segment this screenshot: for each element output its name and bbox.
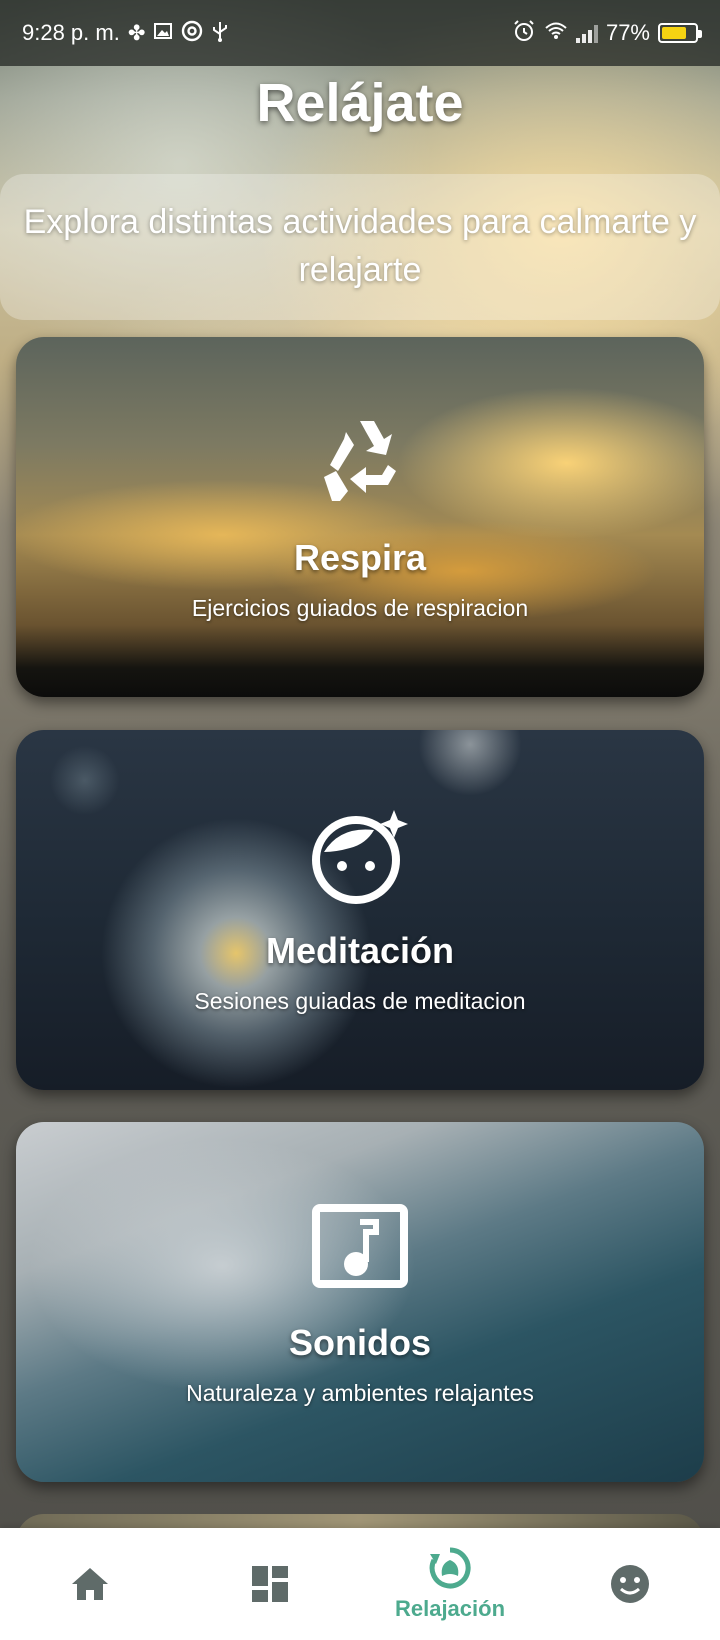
card-content: Sonidos Naturaleza y ambientes relajante… (186, 1198, 534, 1407)
alarm-icon (512, 19, 536, 47)
home-icon (72, 1568, 108, 1600)
spa-refresh-icon (429, 1547, 471, 1589)
music-note-icon (312, 1203, 408, 1288)
status-right: 77% (512, 19, 702, 47)
card-title: Sonidos (289, 1321, 431, 1363)
card-subtitle: Naturaleza y ambientes relajantes (186, 1379, 534, 1406)
card-sonidos[interactable]: Sonidos Naturaleza y ambientes relajante… (16, 1122, 704, 1482)
card-respira[interactable]: Respira Ejercicios guiados de respiracio… (16, 337, 704, 697)
nav-item-dashboard[interactable] (190, 1528, 350, 1640)
status-time: 9:28 p. m. (22, 20, 120, 45)
fan-icon: ✤ (127, 21, 146, 45)
card-title: Meditación (265, 929, 454, 971)
card-content: Meditación Sesiones guiadas de meditacio… (194, 806, 526, 1015)
card-subtitle: Sesiones guiadas de meditacion (194, 987, 526, 1014)
nav-item-relajacion[interactable]: Relajación (370, 1528, 530, 1640)
card-title: Respira (293, 536, 427, 578)
battery-level-fill (662, 27, 686, 39)
intro-text: Explora distintas actividades para calma… (23, 203, 697, 289)
nav-label-relajacion: Relajación (394, 1596, 506, 1621)
recycle-icon (323, 420, 396, 501)
signal-icon (575, 23, 598, 43)
card-subtitle: Ejercicios guiados de respiracion (191, 594, 529, 621)
smiley-icon (611, 1565, 649, 1603)
battery-charging-icon (658, 23, 702, 43)
battery-percent: 77% (605, 20, 650, 45)
image-icon (153, 21, 173, 45)
nav-item-profile[interactable] (550, 1528, 710, 1640)
bottom-navigation: Relajación (0, 1528, 720, 1640)
at-sign-icon (181, 20, 203, 46)
card-meditacion[interactable]: Meditación Sesiones guiadas de meditacio… (16, 730, 704, 1090)
card-content: Respira Ejercicios guiados de respiracio… (192, 413, 528, 622)
face-sparkle-icon (311, 809, 408, 904)
status-bar: 9:28 p. m. ✤ 77% (0, 0, 720, 66)
page-title: Relájate (256, 73, 464, 133)
usb-icon (211, 20, 229, 46)
nav-item-home[interactable] (10, 1528, 170, 1640)
dashboard-icon (252, 1566, 288, 1602)
wifi-icon (544, 21, 568, 45)
intro-banner: Explora distintas actividades para calma… (0, 174, 720, 320)
status-left: 9:28 p. m. ✤ (22, 20, 229, 46)
